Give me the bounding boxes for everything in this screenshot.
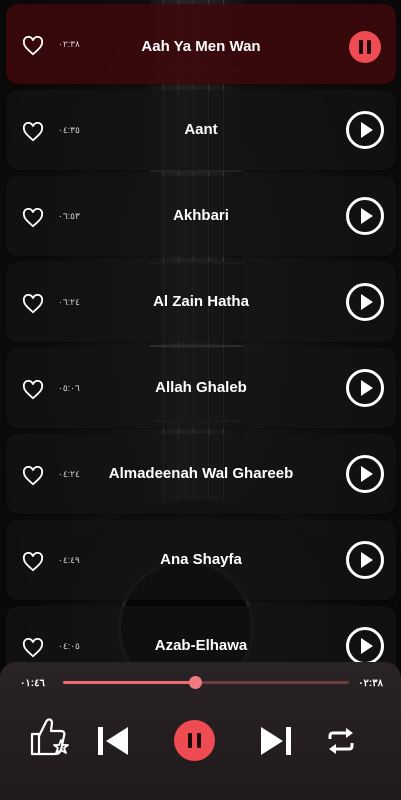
play-button[interactable]	[346, 541, 384, 579]
pause-icon	[359, 40, 363, 54]
skip-previous-icon[interactable]	[96, 725, 130, 757]
heart-outline-icon[interactable]	[22, 380, 44, 400]
play-icon	[361, 208, 373, 224]
pause-icon	[197, 733, 201, 748]
song-row[interactable]: ٠٤:٤٩ Ana Shayfa	[6, 520, 396, 600]
seek-bar-thumb[interactable]	[188, 676, 202, 689]
play-button[interactable]	[346, 197, 384, 235]
now-playing-bar: ٠١:٤٦ ٠٢:٣٨	[0, 662, 401, 800]
song-title: Azab-Elhawa	[154, 637, 248, 654]
play-icon	[361, 122, 373, 138]
heart-outline-icon[interactable]	[22, 638, 44, 658]
total-time: ٠٢:٣٨	[358, 678, 383, 689]
song-title: Aant	[184, 121, 218, 138]
repeat-icon[interactable]	[326, 727, 356, 755]
pause-button[interactable]	[349, 31, 381, 63]
play-icon	[361, 552, 373, 568]
elapsed-time: ٠١:٤٦	[20, 678, 45, 689]
play-button[interactable]	[346, 283, 384, 321]
song-title: Ana Shayfa	[160, 551, 242, 568]
song-title: Allah Ghaleb	[155, 379, 247, 396]
play-button[interactable]	[346, 111, 384, 149]
song-row[interactable]: ٠٥:٠٦ Allah Ghaleb	[6, 348, 396, 428]
play-pause-button[interactable]	[174, 720, 215, 761]
heart-outline-icon[interactable]	[22, 36, 44, 56]
song-title: Al Zain Hatha	[153, 293, 249, 310]
play-icon	[361, 380, 373, 396]
song-row[interactable]: ٠٦:٢٤ Al Zain Hatha	[6, 262, 396, 342]
seek-bar-fill	[63, 681, 195, 684]
play-icon	[361, 466, 373, 482]
song-row[interactable]: ٠٤:٢٤ Almadeenah Wal Ghareeb	[6, 434, 396, 514]
song-title: Aah Ya Men Wan	[141, 38, 261, 55]
heart-outline-icon[interactable]	[22, 208, 44, 228]
pause-icon	[188, 733, 192, 748]
song-row-active[interactable]: ٠٢:٣٨ Aah Ya Men Wan	[6, 4, 396, 84]
song-list: ٠٢:٣٨ Aah Ya Men Wan ٠٤:٣٥ Aant ٠٦:٥٣ Ak…	[6, 4, 396, 692]
skip-next-icon[interactable]	[259, 725, 293, 757]
pause-icon	[367, 40, 371, 54]
heart-outline-icon[interactable]	[22, 294, 44, 314]
song-title: Almadeenah Wal Ghareeb	[108, 465, 294, 482]
play-button[interactable]	[346, 369, 384, 407]
play-button[interactable]	[346, 627, 384, 665]
heart-outline-icon[interactable]	[22, 552, 44, 572]
heart-outline-icon[interactable]	[22, 122, 44, 142]
seek-bar[interactable]	[63, 676, 349, 689]
play-icon	[361, 294, 373, 310]
song-row[interactable]: ٠٦:٥٣ Akhbari	[6, 176, 396, 256]
play-icon	[361, 638, 373, 654]
thumbs-up-star-icon[interactable]	[28, 714, 74, 758]
heart-outline-icon[interactable]	[22, 466, 44, 486]
play-button[interactable]	[346, 455, 384, 493]
song-title: Akhbari	[173, 207, 229, 224]
song-row[interactable]: ٠٤:٣٥ Aant	[6, 90, 396, 170]
